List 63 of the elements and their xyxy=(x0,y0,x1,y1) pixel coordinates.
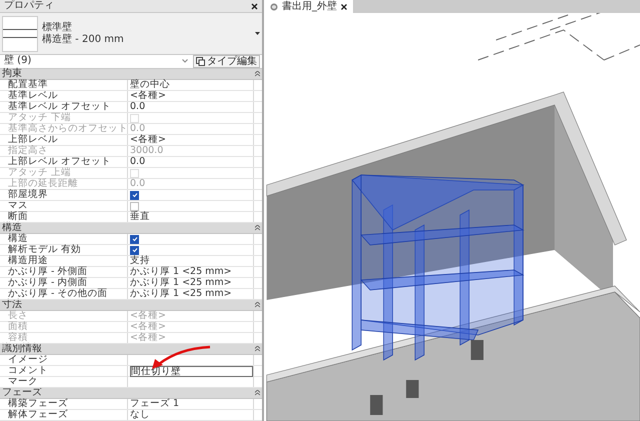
panel-title: プロパティ xyxy=(4,0,54,12)
property-label: アタッチ 下端 xyxy=(0,113,128,124)
property-label: 配置基準 xyxy=(0,80,128,90)
property-value[interactable]: <各種> xyxy=(130,135,166,146)
property-label: 解体フェーズ xyxy=(0,410,128,420)
property-value[interactable]: なし xyxy=(130,410,150,420)
property-value[interactable]: かぶり厚 1 <25 mm> xyxy=(130,267,232,278)
property-label: 構築フェーズ xyxy=(0,399,128,410)
property-value[interactable]: <各種> xyxy=(130,91,166,102)
checkbox[interactable] xyxy=(130,190,139,200)
property-value[interactable]: 支持 xyxy=(130,256,150,266)
property-label: かぶり厚 - 内側面 xyxy=(0,278,128,288)
property-label: 指定高さ xyxy=(0,146,128,156)
checkbox[interactable] xyxy=(130,234,139,244)
property-label: 構造用途 xyxy=(0,256,128,266)
property-label: コメント xyxy=(0,366,128,378)
collapse-icon[interactable] xyxy=(255,346,260,352)
property-label: マーク xyxy=(0,377,128,388)
property-label: かぶり厚 - その他の面 xyxy=(0,289,128,300)
building-model-drawing[interactable] xyxy=(266,13,640,421)
type-name: 構造壁 - 200 mm xyxy=(42,34,125,46)
property-label: 上部レベル オフセット xyxy=(0,157,128,168)
element-filter[interactable]: 壁 (9) xyxy=(2,55,190,68)
property-value[interactable]: 0.0 xyxy=(130,102,146,112)
close-icon[interactable] xyxy=(341,4,347,10)
property-label: 部屋境界 xyxy=(0,190,128,200)
group-title: 拘束 xyxy=(2,68,22,80)
checkbox[interactable] xyxy=(130,202,139,211)
chevron-icon xyxy=(182,59,188,64)
property-label: 解析モデル 有効 xyxy=(0,245,128,256)
collapse-icon[interactable] xyxy=(255,302,260,308)
property-label: かぶり厚 - 外側面 xyxy=(0,267,128,278)
type-family: 標準壁 xyxy=(42,22,73,34)
property-label: 基準レベル オフセット xyxy=(0,102,128,112)
property-value[interactable]: 0.0 xyxy=(130,157,146,168)
property-value[interactable]: フェーズ 1 xyxy=(130,399,180,410)
property-value[interactable]: かぶり厚 1 <25 mm> xyxy=(130,278,232,288)
dropdown-icon[interactable] xyxy=(255,32,260,36)
property-label: イメージ xyxy=(0,355,128,366)
property-value[interactable]: 垂直 xyxy=(130,212,150,222)
view-tab[interactable]: 書出用_外壁 xyxy=(264,0,353,13)
view-cube-icon xyxy=(270,2,278,10)
property-value[interactable]: かぶり厚 1 <25 mm> xyxy=(130,289,232,300)
collapse-icon[interactable] xyxy=(255,390,260,396)
property-label: 構造 xyxy=(0,234,128,244)
property-label: 基準高さからのオフセット xyxy=(0,124,128,134)
property-value[interactable]: 壁の中心 xyxy=(130,80,170,90)
property-label: 容積 xyxy=(0,333,128,344)
property-label: 上部の延長距離 xyxy=(0,179,128,190)
collapse-icon[interactable] xyxy=(255,225,260,232)
property-label: 長さ xyxy=(0,311,128,322)
collapse-icon[interactable] xyxy=(255,71,260,78)
property-label: アタッチ 上端 xyxy=(0,168,128,178)
edit-type-icon xyxy=(196,56,205,66)
property-label: マス xyxy=(0,201,128,212)
property-label: 面積 xyxy=(0,322,128,332)
group-header[interactable]: 拘束 xyxy=(0,69,262,80)
edit-type-button[interactable]: タイプ編集 xyxy=(193,54,260,68)
property-label: 上部レベル xyxy=(0,135,128,146)
property-label: 断面 xyxy=(0,212,128,222)
checkbox[interactable] xyxy=(130,246,139,255)
property-label: 基準レベル xyxy=(0,91,128,102)
close-icon[interactable] xyxy=(251,2,258,10)
